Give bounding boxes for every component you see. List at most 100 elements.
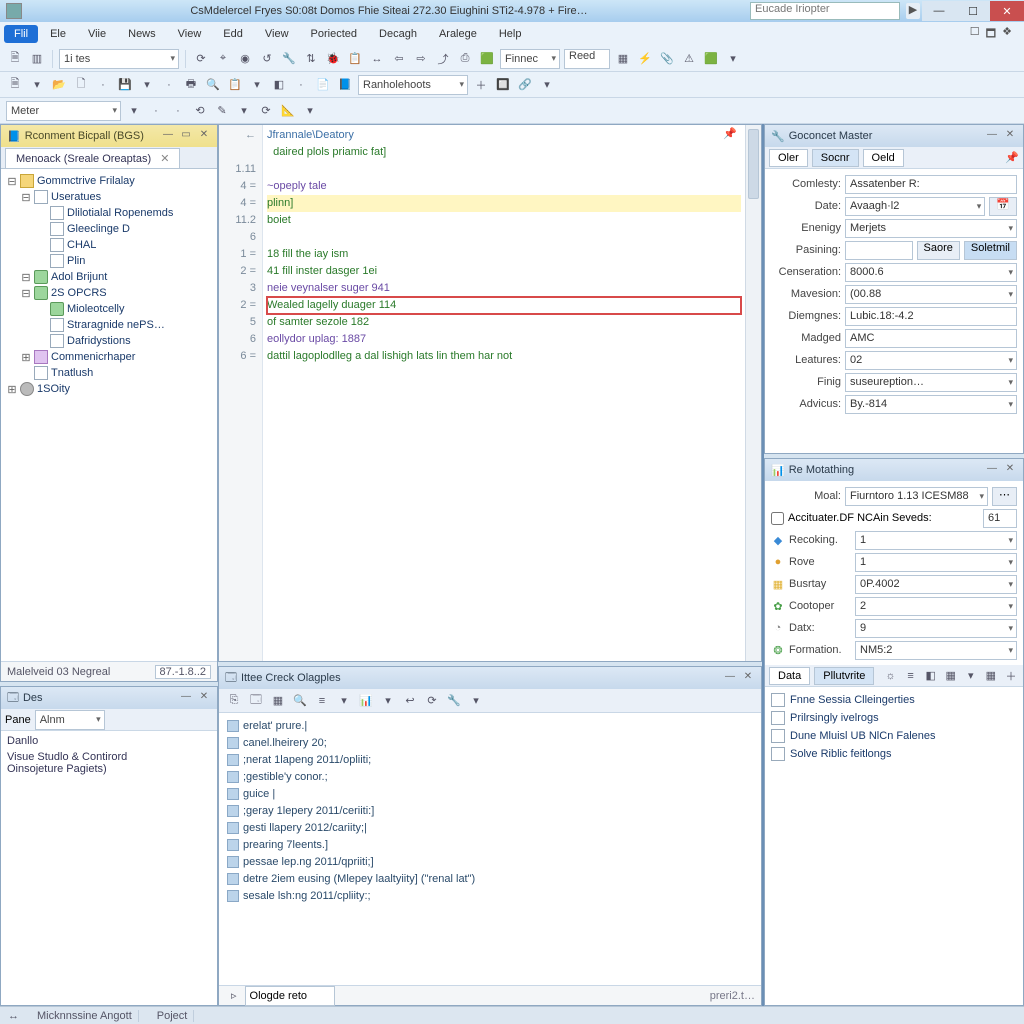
new-icon[interactable]: 🗎 xyxy=(6,50,24,68)
out-tool-5[interactable]: ▾ xyxy=(335,692,353,710)
tb1t-icon-4[interactable]: 🟩 xyxy=(702,50,720,68)
target-dropdown[interactable]: Ranholehoots xyxy=(358,75,468,95)
menu-ele[interactable]: Ele xyxy=(40,25,76,43)
tb2b-icon-1[interactable]: 🔲 xyxy=(494,76,512,94)
data-tool-4[interactable]: ▾ xyxy=(963,667,979,685)
tree-node[interactable]: Straragnide nePS… xyxy=(3,317,215,333)
menu-news[interactable]: News xyxy=(118,25,166,43)
panel-close-icon[interactable]: ✕ xyxy=(1003,463,1017,477)
panel-dock-icon[interactable]: ▭ xyxy=(179,129,193,143)
list-item[interactable]: Dune Mluisl UB NlCn Falenes xyxy=(767,727,1021,745)
tb1-icon-8[interactable]: ↔ xyxy=(368,50,386,68)
tb2b-icon-2[interactable]: 🔗 xyxy=(516,76,534,94)
finnec-dropdown[interactable]: Finnec xyxy=(500,49,560,69)
data-tool-6[interactable]: ＋ xyxy=(1003,667,1019,685)
tree-node[interactable]: Mioleotcelly xyxy=(3,301,215,317)
data-tool-3[interactable]: ▦ xyxy=(943,667,959,685)
tb1-icon-13[interactable]: 🟩 xyxy=(478,50,496,68)
tb3-icon-3[interactable]: ⟲ xyxy=(191,102,209,120)
calendar-icon[interactable]: 📅 xyxy=(989,197,1017,216)
restore-icon[interactable]: 🗖 xyxy=(986,25,996,44)
out-tool-4[interactable]: ≡ xyxy=(313,692,331,710)
tb3-icon-8[interactable]: ▾ xyxy=(301,102,319,120)
prop-value[interactable]: Assatenber R: xyxy=(845,175,1017,194)
data-tab[interactable]: Pllutvrite xyxy=(814,667,874,685)
prop-value[interactable]: 8000.6 xyxy=(845,263,1017,282)
tree-node[interactable]: ⊟Gommctrive Frilalay xyxy=(3,173,215,189)
tb3-icon-4[interactable]: ✎ xyxy=(213,102,231,120)
tb1-icon-10[interactable]: ⇨ xyxy=(412,50,430,68)
tb1-icon-9[interactable]: ⇦ xyxy=(390,50,408,68)
tb1t-icon-5[interactable]: ▾ xyxy=(724,50,742,68)
list-item[interactable]: Solve Riblic feitlongs xyxy=(767,745,1021,763)
out-tool-0[interactable]: ⎘ xyxy=(225,692,243,710)
editor-code[interactable]: Jfrannale\Deatory daired plols priamic f… xyxy=(263,125,745,661)
list-item[interactable]: Fnne Sessia Clleingerties xyxy=(767,691,1021,709)
panel-min-icon[interactable]: — xyxy=(723,671,737,685)
play-icon[interactable]: ▶ xyxy=(906,3,920,19)
title-search-input[interactable]: Eucade Iriopter xyxy=(750,2,900,20)
tb1-icon-2[interactable]: ◉ xyxy=(236,50,254,68)
tb3-icon-2[interactable]: · xyxy=(169,102,187,120)
tb2a-icon-2[interactable]: 📂 xyxy=(50,76,68,94)
tb1t-icon-0[interactable]: ▦ xyxy=(614,50,632,68)
menu-poriected[interactable]: Poriected xyxy=(301,25,367,43)
code-editor[interactable]: ←1.114 =4 =11.261 =2 =32 =566 = Jfrannal… xyxy=(219,125,761,661)
metric-value[interactable]: 2 xyxy=(855,597,1017,616)
tree-node[interactable]: ⊞Commenicrhaper xyxy=(3,349,215,365)
out-tool-8[interactable]: ↩ xyxy=(401,692,419,710)
tb2a-icon-1[interactable]: ▾ xyxy=(28,76,46,94)
data-tool-0[interactable]: ☼ xyxy=(882,667,898,685)
tb2a-icon-9[interactable]: 🔍 xyxy=(204,76,222,94)
tb1-icon-4[interactable]: 🔧 xyxy=(280,50,298,68)
data-tab[interactable]: Data xyxy=(769,667,810,685)
tree-node[interactable]: Dlilotialal Ropenemds xyxy=(3,205,215,221)
tree-node[interactable]: Dafridystions xyxy=(3,333,215,349)
layout-icon[interactable]: ☐ xyxy=(970,25,980,44)
prop-value[interactable]: Lubic.18:-4.2 xyxy=(845,307,1017,326)
out-tool-11[interactable]: ▾ xyxy=(467,692,485,710)
resize-icon[interactable]: ↔ xyxy=(8,1010,19,1022)
panel-min-icon[interactable]: — xyxy=(161,129,175,143)
menu-aralege[interactable]: Aralege xyxy=(429,25,487,43)
model-info-button[interactable]: ⋯ xyxy=(992,487,1017,506)
menu-edd[interactable]: Edd xyxy=(213,25,253,43)
tb1-icon-6[interactable]: 🐞 xyxy=(324,50,342,68)
out-tool-7[interactable]: ▾ xyxy=(379,692,397,710)
prop-tab-socnr[interactable]: Socnr xyxy=(812,149,859,167)
prop-value[interactable]: 02 xyxy=(845,351,1017,370)
panel-close-icon[interactable]: ✕ xyxy=(1003,129,1017,143)
model-dropdown[interactable]: Fiurntoro 1.13 ICESM88 xyxy=(845,487,988,506)
menu-view[interactable]: View xyxy=(255,25,299,43)
menu-decagh[interactable]: Decagh xyxy=(369,25,427,43)
tb1-icon-12[interactable]: ⎙ xyxy=(456,50,474,68)
tb2a-icon-0[interactable]: 🗎 xyxy=(6,76,24,94)
tb1-icon-5[interactable]: ⇅ xyxy=(302,50,320,68)
tb2a-icon-6[interactable]: ▾ xyxy=(138,76,156,94)
panel-min-icon[interactable]: — xyxy=(985,463,999,477)
tb2a-icon-15[interactable]: 📘 xyxy=(336,76,354,94)
tb3-icon-0[interactable]: ▾ xyxy=(125,102,143,120)
tree-node[interactable]: ⊟Useratues xyxy=(3,189,215,205)
reed-input[interactable]: Reed xyxy=(564,49,610,69)
metric-value[interactable]: 9 xyxy=(855,619,1017,638)
tb3-icon-7[interactable]: 📐 xyxy=(279,102,297,120)
prop-value[interactable]: Avaagh·l2 xyxy=(845,197,985,216)
out-tool-2[interactable]: ▦ xyxy=(269,692,287,710)
ext-icon[interactable]: ❖ xyxy=(1002,25,1012,44)
tb1t-icon-1[interactable]: ⚡ xyxy=(636,50,654,68)
open-icon[interactable]: ▥ xyxy=(28,50,46,68)
prop-tab-oeld[interactable]: Oeld xyxy=(863,149,904,167)
tb1-icon-11[interactable]: ⤴ xyxy=(434,50,452,68)
tree-node[interactable]: ⊟2S OPCRS xyxy=(3,285,215,301)
pin-icon[interactable]: 📌 xyxy=(1005,151,1019,164)
tree-node[interactable]: ⊟Adol Brijunt xyxy=(3,269,215,285)
tb3-icon-1[interactable]: · xyxy=(147,102,165,120)
metric-value[interactable]: 1 xyxy=(855,531,1017,550)
tb2a-icon-11[interactable]: ▾ xyxy=(248,76,266,94)
tree-node[interactable]: CHAL xyxy=(3,237,215,253)
prop-value[interactable]: Merjets xyxy=(845,219,1017,238)
tb1t-icon-2[interactable]: 📎 xyxy=(658,50,676,68)
data-tool-1[interactable]: ≡ xyxy=(903,667,919,685)
menu-flil[interactable]: Flil xyxy=(4,25,38,43)
